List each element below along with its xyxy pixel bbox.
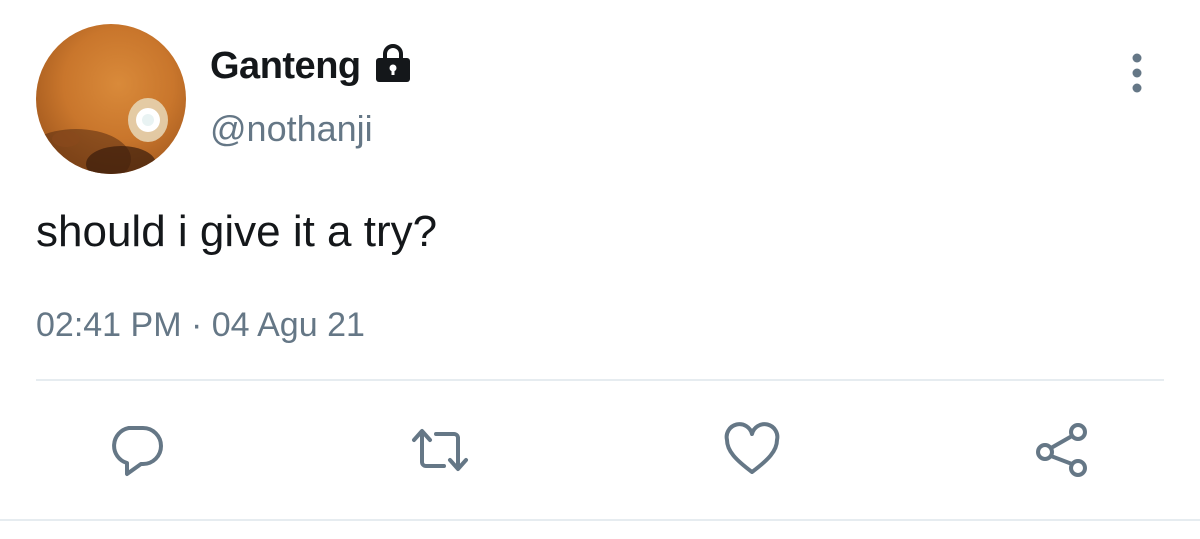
share-icon — [1036, 423, 1087, 477]
tweet-text: should i give it a try? — [36, 207, 438, 256]
lock-icon — [376, 44, 410, 82]
bottom-divider — [0, 519, 1200, 521]
reply-button[interactable] — [107, 420, 167, 480]
retweet-button[interactable] — [410, 420, 470, 480]
retweet-icon — [412, 429, 468, 471]
divider — [36, 379, 1164, 381]
like-button[interactable] — [722, 420, 782, 480]
more-vertical-icon[interactable] — [1120, 50, 1154, 94]
share-button[interactable] — [1033, 420, 1093, 480]
tweet-card: Ganteng @nothanji should i give it a try… — [0, 0, 1200, 539]
tweet-timestamp[interactable]: 02:41 PM · 04 Agu 21 — [36, 304, 365, 346]
user-handle[interactable]: @nothanji — [210, 108, 373, 150]
avatar-image — [36, 98, 168, 174]
avatar[interactable] — [36, 24, 186, 174]
heart-icon — [724, 422, 780, 474]
display-name[interactable]: Ganteng — [210, 44, 361, 88]
reply-icon — [112, 426, 163, 476]
